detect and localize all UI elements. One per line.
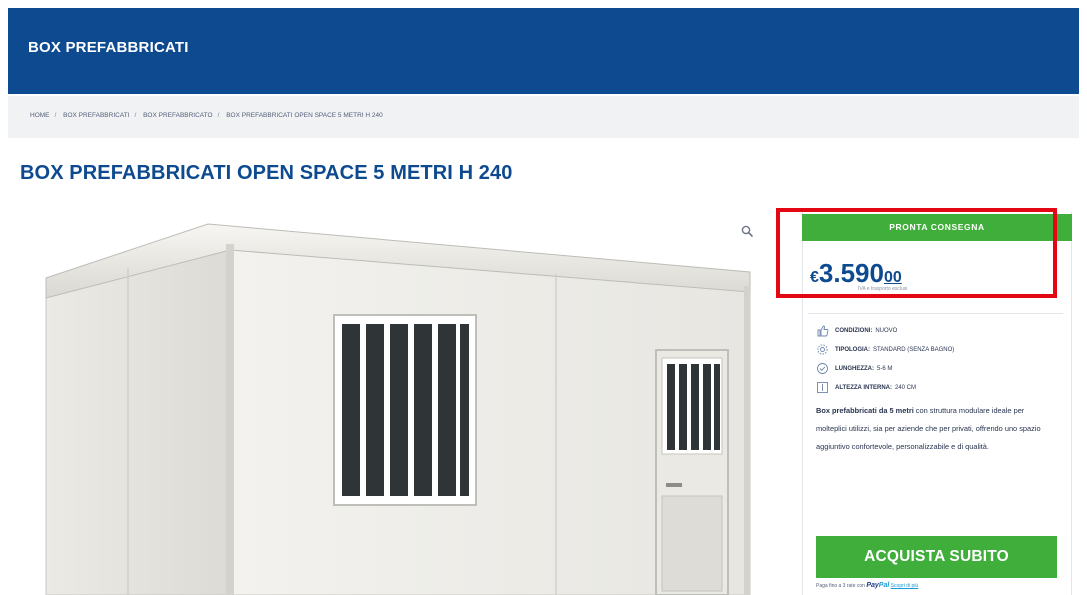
- site-logo-text[interactable]: BOX PREFABBRICATI: [28, 39, 189, 56]
- specs-list: CONDIZIONI: NUOVO TIPOLOGIA: STANDARD (SEN…: [816, 321, 954, 397]
- height-icon: [817, 382, 828, 393]
- zoom-icon[interactable]: [740, 224, 754, 238]
- page-title: BOX PREFABBRICATI OPEN SPACE 5 METRI H 2…: [20, 162, 513, 184]
- spec-type: TIPOLOGIA: STANDARD (SENZA BAGNO): [816, 340, 954, 359]
- ruler-icon: [817, 363, 828, 374]
- spec-length: LUNGHEZZA: 5-6 M: [816, 359, 954, 378]
- thumbs-up-icon: [817, 325, 829, 337]
- breadcrumb-current: BOX PREFABBRICATI OPEN SPACE 5 METRI H 2…: [226, 112, 383, 119]
- description-bold: Box prefabbricati da 5 metri: [816, 406, 914, 415]
- site-header: BOX PREFABBRICATI: [8, 8, 1079, 94]
- highlight-box: [776, 208, 1057, 298]
- breadcrumb-category[interactable]: BOX PREFABBRICATI: [63, 112, 129, 119]
- breadcrumb-subcategory[interactable]: BOX PREFABBRICATO: [143, 112, 212, 119]
- spec-condition: CONDIZIONI: NUOVO: [816, 321, 954, 340]
- payment-more-link[interactable]: Scopri di più: [891, 583, 919, 589]
- breadcrumb-bar: HOME / BOX PREFABBRICATI / BOX PREFABBRICA…: [8, 96, 1079, 138]
- spec-height: ALTEZZA INTERNA: 240 CM: [816, 378, 954, 397]
- buy-now-button[interactable]: ACQUISTA SUBITO: [816, 536, 1057, 578]
- gear-icon: [817, 344, 828, 355]
- divider: [808, 313, 1063, 314]
- product-description: Box prefabbricati da 5 metri con struttu…: [816, 402, 1056, 456]
- payment-note: Paga fino a 3 rate con PayPal Scopri di …: [816, 582, 918, 589]
- payment-text: Paga fino a 3 rate con: [816, 583, 865, 589]
- product-image[interactable]: [8, 200, 778, 595]
- paypal-logo: PayPal: [866, 582, 890, 589]
- breadcrumb-home[interactable]: HOME: [30, 112, 50, 119]
- breadcrumb: HOME / BOX PREFABBRICATI / BOX PREFABBRICA…: [30, 112, 383, 119]
